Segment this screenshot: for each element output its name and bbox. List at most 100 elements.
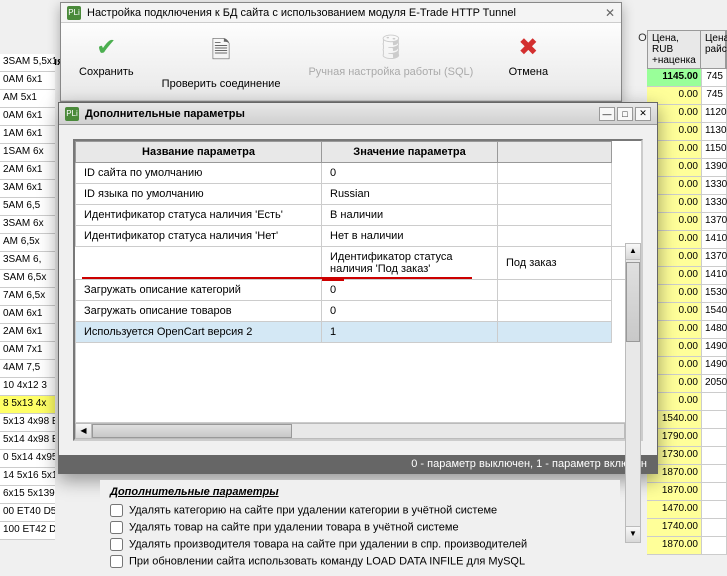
additional-param-item[interactable]: При обновлении сайта использовать команд… xyxy=(110,553,610,570)
bg-right-row[interactable]: 0.001410 xyxy=(647,267,727,285)
bg-left-row[interactable]: 1AM 6x1 xyxy=(0,126,55,144)
bg-right-row[interactable]: 0.001370 xyxy=(647,249,727,267)
table-row[interactable]: Загружать описание категорий0 xyxy=(76,280,641,301)
bg-left-row[interactable]: 00 ET40 D57 xyxy=(0,504,55,522)
scroll-up-icon[interactable]: ▲ xyxy=(626,244,640,260)
checkbox[interactable] xyxy=(110,521,123,534)
bg-left-row[interactable]: 5AM 6,5 xyxy=(0,198,55,216)
bg-right-row[interactable]: 0.001370 xyxy=(647,213,727,231)
bg-left-row[interactable]: 4AM 7,5 xyxy=(0,360,55,378)
bg-right-row[interactable]: 1870.00 xyxy=(647,537,727,555)
close-icon[interactable]: ✕ xyxy=(635,107,651,121)
checkbox[interactable] xyxy=(110,538,123,551)
bg-right-row[interactable]: 0.00 xyxy=(647,393,727,411)
bg-left-row[interactable]: 10 4x12 3 xyxy=(0,378,55,396)
bg-right-row[interactable]: 0.001480 xyxy=(647,321,727,339)
bg-right-row[interactable]: 0.001330 xyxy=(647,177,727,195)
bg-right-row[interactable]: 0.001490 xyxy=(647,357,727,375)
param-value-cell[interactable]: Нет в наличии xyxy=(322,226,498,247)
bg-right-row[interactable]: 0.001330 xyxy=(647,195,727,213)
table-row[interactable]: ID сайта по умолчанию0 xyxy=(76,163,641,184)
bg-right-row[interactable]: 0.001540 xyxy=(647,303,727,321)
param-value-cell[interactable]: 0 xyxy=(322,163,498,184)
param-name-cell[interactable]: Используется OpenCart версия 2 xyxy=(76,322,322,343)
h-scrollbar[interactable]: ◀ ▶ xyxy=(75,423,641,439)
param-name-cell[interactable]: Идентификатор статуса наличия 'Нет' xyxy=(76,226,322,247)
bg-left-row[interactable]: 0 5x14 4x95 xyxy=(0,450,55,468)
table-row[interactable]: ID языка по умолчаниюRussian xyxy=(76,184,641,205)
bg-right-row[interactable]: 0.001530 xyxy=(647,285,727,303)
param-value-cell[interactable]: 0 xyxy=(322,301,498,322)
bg-left-row[interactable]: 3SAM 6x xyxy=(0,216,55,234)
bg-right-row[interactable]: 1470.00 xyxy=(647,501,727,519)
additional-param-item[interactable]: Удалять производителя товара на сайте пр… xyxy=(110,536,610,553)
scroll-left-icon[interactable]: ◀ xyxy=(76,424,92,438)
bg-right-row[interactable]: 1730.00 xyxy=(647,447,727,465)
bg-right-row[interactable]: 0.001120 xyxy=(647,105,727,123)
close-icon[interactable]: ✕ xyxy=(605,6,615,20)
bg-left-row[interactable]: 0AM 6x1 xyxy=(0,306,55,324)
bg-left-row[interactable]: 14 5x16 5x139 xyxy=(0,468,55,486)
bg-left-row[interactable]: AM 6,5x xyxy=(0,234,55,252)
param-value-cell[interactable]: 0 xyxy=(322,280,498,301)
params-table[interactable]: Название параметра Значение параметра ID… xyxy=(75,141,641,343)
manual-sql-button[interactable]: 🛢 Ручная настройка работы (SQL) xyxy=(300,29,481,94)
param-value-cell[interactable]: Russian xyxy=(322,184,498,205)
scroll-down-icon[interactable]: ▼ xyxy=(626,526,640,542)
bg-right-row[interactable]: 0.001130 xyxy=(647,123,727,141)
save-button[interactable]: ✔ Сохранить xyxy=(71,29,142,94)
bg-left-row[interactable]: 3SAM 6, xyxy=(0,252,55,270)
bg-right-row[interactable]: 1790.00 xyxy=(647,429,727,447)
additional-param-item[interactable]: Удалять товар на сайте при удалении това… xyxy=(110,519,610,536)
bg-left-row[interactable]: 6x15 5x139, xyxy=(0,486,55,504)
v-scrollbar[interactable]: ▲ ▼ xyxy=(625,243,641,543)
connection-dialog-titlebar[interactable]: PLi Настройка подключения к БД сайта с и… xyxy=(61,3,621,23)
bg-right-row[interactable]: 0.00745 xyxy=(647,87,727,105)
param-name-cell[interactable]: ID языка по умолчанию xyxy=(76,184,322,205)
bg-right-row[interactable]: 0.001490 xyxy=(647,339,727,357)
table-row[interactable]: Идентификатор статуса наличия 'Под заказ… xyxy=(76,247,641,280)
bg-left-row[interactable]: 3AM 6x1 xyxy=(0,180,55,198)
param-value-cell[interactable]: Под заказ xyxy=(498,247,612,280)
minimize-icon[interactable]: — xyxy=(599,107,615,121)
bg-left-row[interactable]: 7AM 6,5x xyxy=(0,288,55,306)
bg-left-row[interactable]: 2AM 6x1 xyxy=(0,162,55,180)
table-row[interactable]: Идентификатор статуса наличия 'Есть'В на… xyxy=(76,205,641,226)
bg-right-row[interactable]: 0.001410 xyxy=(647,231,727,249)
cancel-button[interactable]: ✖ Отмена xyxy=(493,29,563,94)
param-value-cell[interactable]: 1 xyxy=(322,322,498,343)
additional-param-item[interactable]: Удалять категорию на сайте при удалении … xyxy=(110,502,610,519)
param-value-cell[interactable]: В наличии xyxy=(322,205,498,226)
bg-left-row[interactable]: AM 5x1 xyxy=(0,90,55,108)
bg-right-row[interactable]: 0.001150 xyxy=(647,141,727,159)
bg-left-row[interactable]: 8 5x13 4x xyxy=(0,396,55,414)
bg-right-row[interactable]: 1540.00 xyxy=(647,411,727,429)
bg-right-row[interactable]: 0.001390 xyxy=(647,159,727,177)
bg-right-row[interactable]: 1145.00745 xyxy=(647,69,727,87)
bg-left-row[interactable]: 2AM 6x1 xyxy=(0,324,55,342)
param-name-cell[interactable]: Загружать описание товаров xyxy=(76,301,322,322)
bg-left-row[interactable]: 1SAM 6x xyxy=(0,144,55,162)
scroll-thumb[interactable] xyxy=(92,424,292,438)
scroll-thumb[interactable] xyxy=(626,262,640,342)
param-name-cell[interactable]: ID сайта по умолчанию xyxy=(76,163,322,184)
bg-left-row[interactable]: SAM 6,5x xyxy=(0,270,55,288)
bg-left-row[interactable]: 100 ET42 D57 xyxy=(0,522,55,540)
param-name-cell[interactable]: Загружать описание категорий xyxy=(76,280,322,301)
table-row[interactable]: Идентификатор статуса наличия 'Нет'Нет в… xyxy=(76,226,641,247)
bg-right-row[interactable]: 1870.00 xyxy=(647,465,727,483)
bg-right-row[interactable]: 1870.00 xyxy=(647,483,727,501)
check-connection-button[interactable]: 🗎 Проверить соединение xyxy=(154,29,289,94)
bg-left-row[interactable]: 0AM 6x1 xyxy=(0,108,55,126)
bg-left-row[interactable]: 5x14 4x98 E xyxy=(0,432,55,450)
table-row[interactable]: Используется OpenCart версия 21 xyxy=(76,322,641,343)
param-name-cell[interactable]: Идентификатор статуса наличия 'Есть' xyxy=(76,205,322,226)
checkbox[interactable] xyxy=(110,555,123,568)
bg-right-row[interactable]: 0.002050 xyxy=(647,375,727,393)
bg-left-row[interactable]: 3SAM 5,5x14 xyxy=(0,54,55,72)
table-row[interactable]: Загружать описание товаров0 xyxy=(76,301,641,322)
checkbox[interactable] xyxy=(110,504,123,517)
bg-right-row[interactable]: 1740.00 xyxy=(647,519,727,537)
bg-left-row[interactable]: 0AM 6x1 xyxy=(0,72,55,90)
params-dialog-titlebar[interactable]: PLi Дополнительные параметры — □ ✕ xyxy=(59,103,657,125)
